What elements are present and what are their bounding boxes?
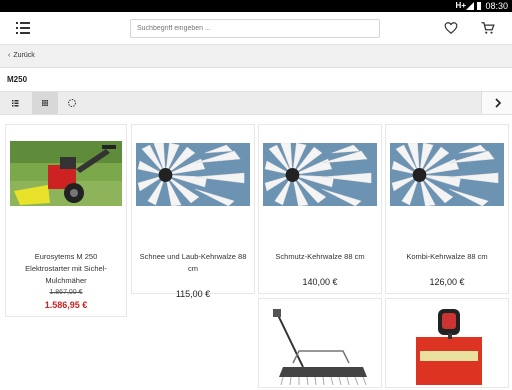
back-label: Zurück: [13, 52, 35, 59]
product-price: 115,00 €: [175, 289, 211, 299]
list-view-icon: [12, 100, 19, 107]
product-price: 126,00 €: [429, 277, 465, 287]
product-image: [136, 143, 250, 206]
heart-icon[interactable]: [444, 21, 458, 35]
product-price: 140,00 €: [302, 277, 338, 287]
menu-icon[interactable]: [16, 22, 30, 34]
search-input[interactable]: [130, 19, 380, 38]
next-button[interactable]: [481, 92, 512, 114]
product-old-price: 1.867,00 €: [49, 289, 83, 296]
product-card[interactable]: Schmutz-Kehrwalze 88 cm 140,00 €: [258, 124, 382, 294]
product-image: [390, 143, 504, 206]
signal-icon: [466, 2, 474, 10]
back-bar: ‹ Zurück: [0, 45, 512, 68]
product-image: [10, 141, 122, 206]
product-image: [263, 143, 377, 206]
clock: 08:30: [485, 1, 508, 11]
status-bar: H+ 08:30: [0, 0, 512, 12]
product-name: Eurosytems M 250 Elektrostarter mit Sich…: [25, 252, 107, 285]
sort-icon: [68, 99, 76, 107]
sort-button[interactable]: [62, 92, 88, 114]
list-view-button[interactable]: [2, 92, 28, 114]
chevron-left-icon: ‹: [8, 52, 11, 59]
product-sale-price: 1.586,95 €: [44, 300, 88, 310]
page-title: M250: [7, 75, 28, 84]
product-card[interactable]: [385, 298, 509, 388]
battery-icon: [477, 2, 481, 10]
product-card[interactable]: Kombi-Kehrwalze 88 cm 126,00 €: [385, 124, 509, 294]
cart-icon[interactable]: [481, 21, 495, 35]
product-name: Schmutz-Kehrwalze 88 cm: [275, 252, 365, 261]
chevron-right-icon: [495, 98, 502, 108]
product-image: [263, 307, 377, 386]
grid-view-button[interactable]: [32, 92, 58, 114]
product-card[interactable]: Eurosytems M 250 Elektrostarter mit Sich…: [5, 124, 127, 317]
back-button[interactable]: ‹ Zurück: [8, 52, 35, 59]
view-toolbar: [0, 91, 512, 115]
grid-view-icon: [42, 100, 48, 106]
product-image: [390, 303, 504, 385]
top-bar: [0, 12, 512, 45]
product-card[interactable]: [258, 298, 382, 388]
product-name: Schnee und Laub-Kehrwalze 88 cm: [139, 252, 247, 273]
network-indicator: H+: [455, 1, 466, 10]
product-card[interactable]: Schnee und Laub-Kehrwalze 88 cm 115,00 €: [131, 124, 255, 299]
product-name: Kombi-Kehrwalze 88 cm: [406, 252, 488, 261]
